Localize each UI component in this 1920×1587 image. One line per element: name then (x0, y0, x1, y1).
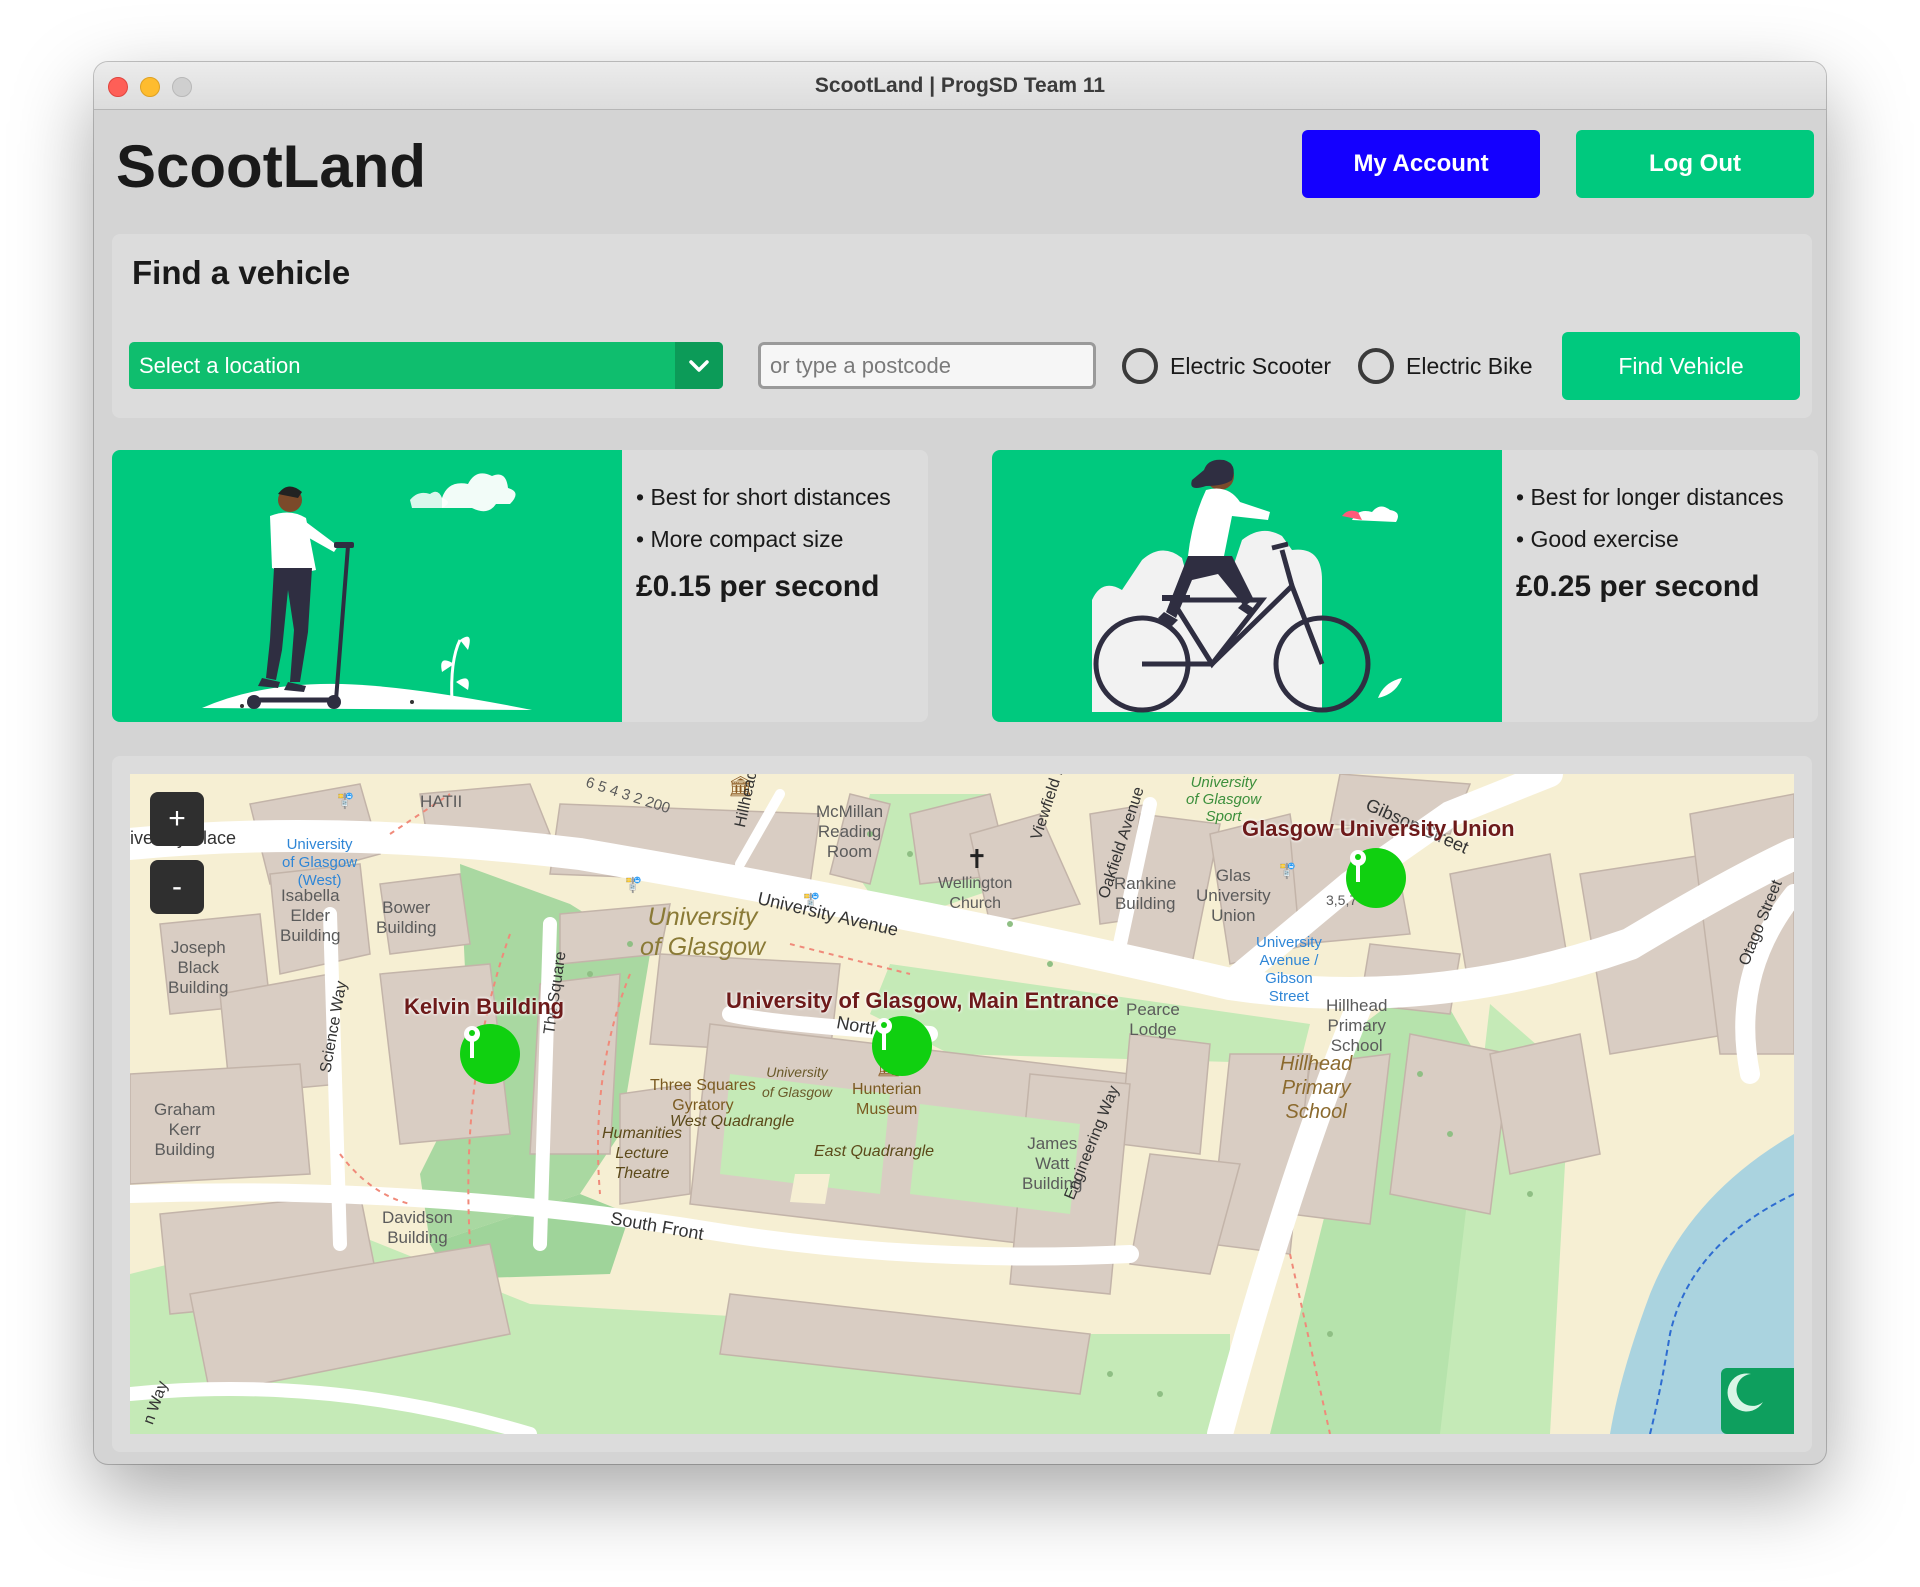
map-label-hillhead-school: Hillhead Primary School (1326, 996, 1388, 1055)
bike-illustration (992, 450, 1502, 722)
map-view[interactable]: 🏛 ✝ 🏛 🚏 🚏 🚏 🚏 HATII iversity Place Unive… (130, 774, 1794, 1434)
bus-stop-icon: 🚏 (624, 877, 643, 894)
map-label-mcmillan: McMillan Reading Room (816, 802, 884, 861)
church-cross-icon: ✝ (966, 844, 988, 874)
marker-label-union: Glasgow University Union (1242, 816, 1515, 841)
vehicle-marker-main-entrance[interactable] (872, 1016, 932, 1076)
map-label-union-building: Glas University Union (1196, 866, 1271, 925)
zoom-in-button[interactable]: + (150, 792, 204, 846)
map-label-hillhead-school-italic: Hillhead Primary School (1280, 1053, 1353, 1123)
map-label-davidson: Davidson Building (382, 1208, 453, 1247)
radio-circle-icon[interactable] (1122, 348, 1158, 384)
map-label-uog-small: University of Glasgow (762, 1064, 833, 1100)
map-label-uog-gibson: University Avenue / Gibson Street (1256, 934, 1322, 1005)
map-label-humanities: Humanities Lecture Theatre (602, 1125, 683, 1182)
dark-mode-toggle[interactable] (1721, 1368, 1794, 1434)
map-label-hatii: HATII (420, 792, 463, 811)
map-label-wellington: Wellington Church (938, 875, 1013, 912)
find-vehicle-button[interactable]: Find Vehicle (1562, 332, 1800, 400)
postcode-input[interactable] (758, 342, 1096, 389)
scooter-feature-1: • Best for short distances (636, 484, 891, 510)
radio-circle-icon[interactable] (1358, 348, 1394, 384)
electric-bike-label: Electric Bike (1406, 352, 1533, 379)
key-marker-icon (464, 1026, 480, 1058)
key-marker-icon (876, 1018, 892, 1050)
map-label-graham-kerr: Graham Kerr Building (154, 1100, 216, 1159)
map-label-joseph-black: Joseph Black Building (168, 938, 229, 997)
find-vehicle-title: Find a vehicle (132, 254, 351, 291)
app-window: ScootLand | ProgSD Team 11 ScootLand My … (94, 62, 1826, 1464)
scooter-feature-2: • More compact size (636, 526, 844, 552)
marker-label-main-entrance: University of Glasgow, Main Entrance (726, 988, 1119, 1013)
map-tiles (130, 774, 1794, 1434)
map-label-hunterian: Hunterian Museum (852, 1081, 922, 1118)
map-label-pearce-lodge: Pearce Lodge (1126, 1000, 1180, 1039)
electric-scooter-label: Electric Scooter (1170, 352, 1332, 379)
window-title: ScootLand | ProgSD Team 11 (814, 74, 1106, 97)
bike-feature-1: • Best for longer distances (1516, 484, 1784, 510)
map-label-uog-big: University of Glasgow (640, 903, 766, 961)
logout-button[interactable]: Log Out (1576, 130, 1814, 198)
electric-scooter-radio[interactable]: Electric Scooter (1122, 348, 1331, 384)
location-select-label: Select a location (139, 353, 301, 378)
bus-stop-icon: 🚏 (1278, 863, 1297, 880)
bike-info-card: • Best for longer distances • Good exerc… (992, 450, 1818, 722)
key-marker-icon (1350, 850, 1366, 882)
map-label-isabella-elder: Isabella Elder Building (280, 886, 341, 945)
bus-stop-icon: 🚏 (336, 793, 355, 810)
dropdown-chevron-icon[interactable] (675, 342, 723, 389)
map-label-uog-west: University of Glasgow (West) (282, 836, 358, 889)
map-label-bower: Bower Building (376, 898, 437, 937)
zoom-out-button[interactable]: - (150, 860, 204, 914)
vehicle-marker-union[interactable] (1346, 848, 1406, 908)
find-vehicle-panel: Find a vehicle Select a location Electri… (112, 234, 1812, 418)
scooter-details: • Best for short distances • More compac… (636, 476, 891, 604)
scooter-info-card: • Best for short distances • More compac… (112, 450, 928, 722)
my-account-button[interactable]: My Account (1302, 130, 1540, 198)
map-label-west-quadrangle: West Quadrangle (670, 1113, 795, 1130)
app-title: ScootLand (116, 133, 426, 200)
bike-price: £0.25 per second (1516, 570, 1760, 603)
scooter-price: £0.15 per second (636, 570, 880, 603)
title-bar: ScootLand | ProgSD Team 11 (94, 62, 1826, 110)
map-label-east-quadrangle: East Quadrangle (814, 1143, 935, 1160)
bike-details: • Best for longer distances • Good exerc… (1516, 476, 1784, 604)
location-select[interactable]: Select a location (129, 342, 723, 389)
moon-icon (1727, 1373, 1763, 1412)
map-label-rankine: Rankine Building (1114, 874, 1177, 913)
vehicle-marker-kelvin[interactable] (460, 1024, 520, 1084)
scooter-illustration (112, 450, 622, 722)
map-panel: 🏛 ✝ 🏛 🚏 🚏 🚏 🚏 HATII iversity Place Unive… (112, 756, 1812, 1452)
map-label-three-squares: Three Squares Gyratory (650, 1077, 756, 1114)
marker-label-kelvin: Kelvin Building (404, 994, 565, 1019)
electric-bike-radio[interactable]: Electric Bike (1358, 348, 1533, 384)
bike-feature-2: • Good exercise (1516, 526, 1679, 552)
